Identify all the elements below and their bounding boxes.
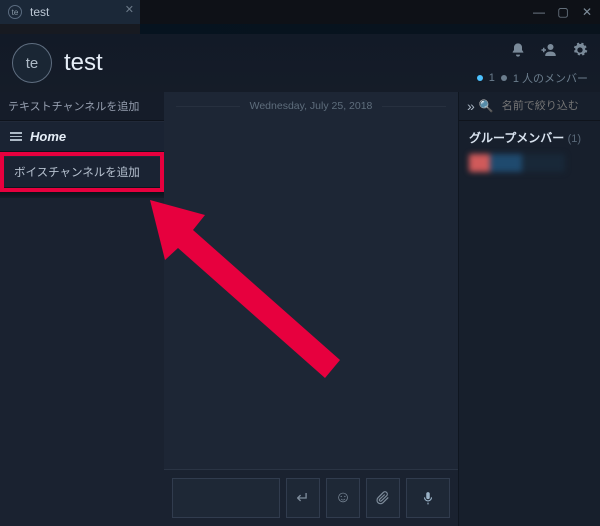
group-avatar-icon[interactable]: te (12, 43, 52, 83)
member-row[interactable] (469, 154, 565, 172)
collapse-panel-icon[interactable]: » (467, 98, 471, 114)
chat-main: Wednesday, July 25, 2018 ↵ ☺ (164, 92, 458, 526)
tab-avatar-icon: te (8, 5, 22, 19)
add-user-icon[interactable] (540, 41, 558, 64)
members-panel: » 🔍 グループメンバー (1) (458, 92, 600, 526)
minimize-icon[interactable]: ― (532, 5, 546, 19)
maximize-icon[interactable]: ▢ (556, 5, 570, 19)
hamburger-icon (10, 132, 22, 141)
window-controls: ― ▢ ✕ (532, 0, 600, 24)
member-count-label: 1 人のメンバー (513, 70, 588, 86)
attach-button[interactable] (366, 478, 400, 518)
add-voice-channel-button[interactable]: ボイスチャンネルを追加 (4, 156, 160, 188)
chat-tab[interactable]: te test ✕ (0, 0, 140, 24)
send-button[interactable]: ↵ (286, 478, 320, 518)
sidebar-empty (0, 198, 164, 526)
gear-icon[interactable] (572, 42, 588, 63)
close-tab-icon[interactable]: ✕ (125, 3, 134, 16)
group-title: test (64, 49, 103, 77)
member-search-input[interactable] (502, 100, 600, 112)
tabs-bar: te test ✕ ― ▢ ✕ (0, 0, 600, 24)
add-text-channel-button[interactable]: テキストチャンネルを追加 (0, 92, 164, 121)
group-members-count: (1) (568, 133, 581, 145)
top-banner (140, 24, 600, 34)
dot-separator-icon (501, 75, 507, 81)
date-divider: Wednesday, July 25, 2018 (164, 92, 458, 120)
notifications-icon[interactable] (510, 42, 526, 63)
message-list (164, 120, 458, 469)
date-divider-label: Wednesday, July 25, 2018 (250, 100, 373, 112)
tab-label: test (30, 5, 49, 19)
sidebar: テキストチャンネルを追加 Home ボイスチャンネルを追加 (0, 92, 164, 526)
annotation-highlight: ボイスチャンネルを追加 (0, 152, 164, 192)
close-window-icon[interactable]: ✕ (580, 5, 594, 19)
message-input[interactable] (172, 478, 280, 518)
group-members-header: グループメンバー (1) (459, 121, 600, 150)
composer: ↵ ☺ (164, 469, 458, 526)
online-dot-icon (477, 75, 483, 81)
channel-home-label: Home (30, 129, 66, 144)
member-summary: 1 1 人のメンバー (477, 70, 588, 86)
search-icon: 🔍 (479, 99, 494, 113)
group-members-label: グループメンバー (469, 131, 564, 145)
chat-header: te test 1 1 人のメンバー (0, 34, 600, 92)
online-count: 1 (489, 72, 495, 84)
mic-button[interactable] (406, 478, 450, 518)
channel-home[interactable]: Home (0, 121, 164, 152)
emoji-button[interactable]: ☺ (326, 478, 360, 518)
